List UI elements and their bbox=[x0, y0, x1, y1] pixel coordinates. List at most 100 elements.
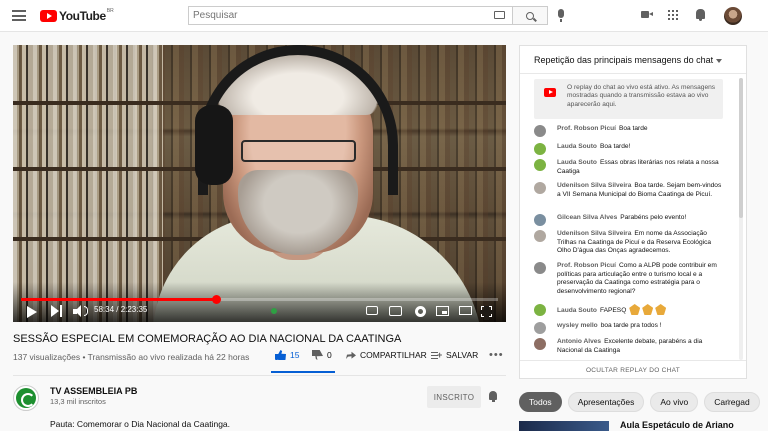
chat-author-avatar[interactable] bbox=[534, 322, 546, 334]
recommended-video-title[interactable]: Aula Espetáculo de Ariano bbox=[620, 420, 734, 430]
progress-fill bbox=[21, 298, 216, 301]
next-icon[interactable] bbox=[51, 305, 63, 318]
subscribed-button[interactable]: INSCRITO bbox=[427, 386, 481, 408]
chat-author-avatar[interactable] bbox=[534, 159, 546, 171]
hamburger-menu-icon[interactable] bbox=[12, 10, 26, 21]
scrubber-handle[interactable] bbox=[211, 295, 221, 304]
chat-author-name[interactable]: Prof. Robson Picuí bbox=[557, 125, 616, 132]
like-button[interactable]: 15 bbox=[275, 350, 299, 360]
video-title: SESSÃO ESPECIAL EM COMEMORAÇÃO AO DIA NA… bbox=[13, 333, 402, 345]
chat-scrollbar-thumb[interactable] bbox=[739, 78, 743, 218]
user-avatar[interactable] bbox=[724, 7, 742, 25]
chat-message: Prof. Robson Picuí Como a ALPB pode contr… bbox=[534, 262, 724, 296]
like-ratio-bar bbox=[271, 371, 335, 373]
hide-chat-replay-button[interactable]: OCULTAR REPLAY DO CHAT bbox=[520, 360, 746, 379]
chat-author-avatar[interactable] bbox=[534, 214, 546, 226]
recommended-video-thumbnail[interactable] bbox=[519, 421, 609, 431]
chat-author-name[interactable]: wysley mello bbox=[557, 322, 598, 329]
miniplayer-icon[interactable] bbox=[436, 306, 449, 316]
share-label: COMPARTILHAR bbox=[360, 350, 427, 360]
chat-message-text: boa tarde pra todos ! bbox=[600, 322, 662, 329]
channel-watermark-icon bbox=[271, 308, 277, 314]
chevron-right-icon[interactable]: › bbox=[727, 396, 737, 408]
video-frame-headphone-cup bbox=[195, 105, 233, 185]
search-icon bbox=[526, 11, 534, 20]
miniplayer-alt-icon[interactable] bbox=[389, 306, 402, 316]
save-label: SALVAR bbox=[446, 350, 479, 360]
notifications-bell-icon[interactable] bbox=[696, 9, 705, 21]
chat-message: Udenilson Silva Silveira Boa tarde. Sejam… bbox=[534, 182, 724, 199]
logo-text: YouTube bbox=[59, 9, 106, 23]
search-input[interactable] bbox=[188, 6, 512, 25]
share-button[interactable]: COMPARTILHAR bbox=[346, 350, 427, 360]
dropdown-caret-icon[interactable] bbox=[716, 59, 722, 63]
clap-emoji-icon bbox=[655, 304, 667, 315]
chat-message: Lauda Souto Boa tarde! bbox=[534, 143, 724, 155]
subtitles-icon[interactable] bbox=[366, 306, 378, 315]
clap-emoji-icon bbox=[629, 304, 641, 315]
like-count: 15 bbox=[290, 350, 300, 360]
top-bar: YouTube BR bbox=[0, 0, 768, 32]
microphone-icon[interactable] bbox=[558, 9, 564, 22]
chat-author-avatar[interactable] bbox=[534, 230, 546, 242]
more-actions-icon[interactable]: ••• bbox=[489, 349, 504, 361]
chat-author-avatar[interactable] bbox=[534, 143, 546, 155]
chat-author-avatar[interactable] bbox=[534, 182, 546, 194]
channel-name[interactable]: TV ASSEMBLEIA PB bbox=[50, 386, 137, 396]
search-bar bbox=[188, 6, 548, 25]
channel-avatar[interactable] bbox=[13, 385, 39, 411]
recommendation-chips: Todos Apresentações Ao vivo Carregad bbox=[519, 392, 760, 412]
save-button[interactable]: SALVAR bbox=[431, 350, 478, 360]
chat-author-name[interactable]: Antonio Alves bbox=[557, 338, 601, 345]
chat-author-avatar[interactable] bbox=[534, 304, 546, 316]
chat-message: Gilcean Silva Alves Parabéns pelo evento! bbox=[534, 214, 724, 226]
create-video-icon[interactable] bbox=[641, 11, 653, 18]
playlist-add-icon bbox=[431, 351, 442, 360]
keyboard-icon[interactable] bbox=[494, 11, 505, 19]
chat-message-text: Boa tarde! bbox=[599, 143, 631, 150]
chat-author-avatar[interactable] bbox=[534, 262, 546, 274]
youtube-logo[interactable]: YouTube BR bbox=[40, 8, 114, 23]
chip-live[interactable]: Ao vivo bbox=[650, 392, 699, 412]
dislike-button[interactable]: 0 bbox=[312, 350, 332, 360]
chip-all[interactable]: Todos bbox=[519, 392, 562, 412]
chat-replay-panel: Repetição das principais mensagens do ch… bbox=[519, 45, 747, 379]
play-icon[interactable] bbox=[27, 306, 37, 318]
chat-header: Repetição das principais mensagens do ch… bbox=[520, 46, 746, 74]
fullscreen-icon-gap-2 bbox=[480, 310, 494, 314]
dislike-count: 0 bbox=[327, 350, 332, 360]
settings-gear-icon[interactable] bbox=[415, 306, 426, 317]
chat-message: wysley mello boa tarde pra todos ! bbox=[534, 322, 724, 334]
chat-author-name[interactable]: Gilcean Silva Alves bbox=[557, 214, 617, 221]
chat-message-text: Parabéns pelo evento! bbox=[620, 214, 687, 221]
subscription-bell-icon[interactable] bbox=[489, 391, 497, 402]
chat-author-name[interactable]: Lauda Souto bbox=[557, 143, 597, 150]
thumbs-up-icon bbox=[275, 350, 286, 360]
chat-author-name[interactable]: Udenilson Silva Silveira bbox=[557, 182, 631, 189]
chat-author-name[interactable]: Prof. Robson Picuí bbox=[557, 262, 616, 269]
chat-replay-notice: O replay do chat ao vivo está ativo. As … bbox=[534, 79, 723, 119]
chat-author-name[interactable]: Lauda Souto bbox=[557, 307, 597, 314]
chat-author-name[interactable]: Lauda Souto bbox=[557, 159, 597, 166]
chat-author-avatar[interactable] bbox=[534, 125, 546, 137]
video-player[interactable]: 58:34 / 2:23:35 bbox=[13, 45, 506, 322]
chat-author-avatar[interactable] bbox=[534, 338, 546, 350]
chat-mode-dropdown[interactable]: Repetição das principais mensagens do ch… bbox=[534, 55, 713, 65]
clap-emoji-icon bbox=[642, 304, 654, 315]
time-display: 58:34 / 2:23:35 bbox=[94, 305, 148, 314]
chat-message: Prof. Robson Picuí Boa tarde bbox=[534, 125, 724, 137]
chip-presentations[interactable]: Apresentações bbox=[567, 392, 645, 412]
chat-message: Antonio Alves Excelente debate, parabéns … bbox=[534, 338, 724, 355]
apps-grid-icon[interactable] bbox=[668, 10, 678, 20]
divider bbox=[13, 375, 506, 376]
chat-message-text: Boa tarde bbox=[618, 125, 648, 132]
chat-message: Lauda Souto FAPESQ bbox=[534, 304, 724, 316]
notice-text: O replay do chat ao vivo está ativo. As … bbox=[567, 84, 716, 108]
chat-author-name[interactable]: Udenilson Silva Silveira bbox=[557, 230, 631, 237]
channel-subscribers: 13,3 mil inscritos bbox=[50, 397, 106, 406]
progress-bar[interactable] bbox=[21, 295, 498, 304]
youtube-icon bbox=[544, 88, 556, 97]
theater-mode-icon[interactable] bbox=[459, 306, 472, 315]
youtube-play-icon bbox=[40, 10, 57, 22]
search-button[interactable] bbox=[512, 6, 548, 25]
